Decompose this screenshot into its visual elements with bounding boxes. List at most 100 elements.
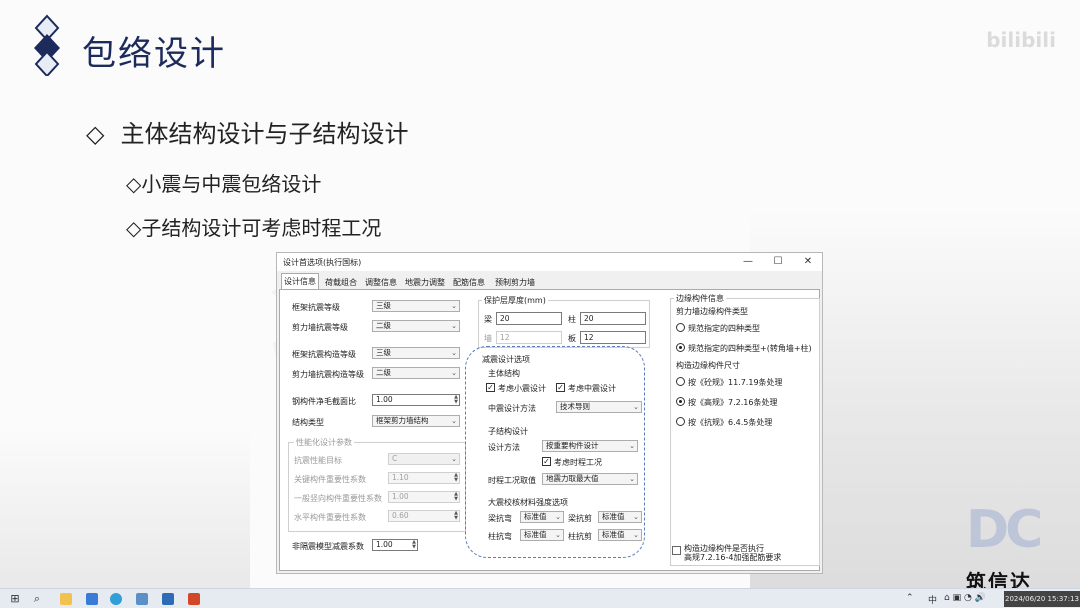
normal-factor-label: 一般竖向构件重要性系数 [294, 494, 382, 503]
slab-cover-label: 板 [568, 334, 576, 343]
wall-type-radio-2[interactable] [676, 343, 685, 352]
wall-measure-label: 剪力墙抗震构造等级 [292, 370, 364, 379]
column-cover-input[interactable]: 20 [580, 312, 646, 325]
wall-type-opt1: 规范指定的四种类型 [688, 324, 760, 333]
steel-ratio-value: 1.00 [376, 395, 393, 404]
bullet-main: ◇ 主体结构设计与子结构设计 [86, 114, 408, 149]
frame-seismic-label: 框架抗震等级 [292, 303, 340, 312]
frame-measure-label: 框架抗震构造等级 [292, 350, 356, 359]
isolation-spinner[interactable]: 1.00 ▲ ▼ [372, 539, 418, 551]
size-radio-1[interactable] [676, 377, 685, 386]
tab-precast-wall[interactable]: 预制剪力墙 [493, 275, 537, 289]
tab-design-info[interactable]: 设计信息 [281, 273, 319, 289]
bullet-sub-2: ◇子结构设计可考虑时程工况 [126, 216, 382, 240]
tab-seismic-adjust[interactable]: 地震力调整 [403, 275, 447, 289]
frame-seismic-value: 三级 [376, 301, 391, 310]
wall-measure-value: 二级 [376, 368, 391, 377]
highlight-dashed-outline [465, 346, 645, 558]
wall-cover-input[interactable]: 12 [496, 331, 562, 344]
size-radio-2[interactable] [676, 397, 685, 406]
company-logo-icon [34, 14, 60, 76]
frame-measure-value: 三级 [376, 348, 391, 357]
tray-ime-indicator[interactable]: 中 [928, 593, 937, 606]
normal-factor-value: 1.00 [392, 492, 409, 501]
beam-cover-label: 梁 [484, 315, 492, 324]
isolation-label: 非隔震模型减震系数 [292, 542, 364, 551]
background-city-image-left [0, 430, 250, 588]
brand-logo-text: 筑信达 [966, 570, 1032, 588]
isolation-value: 1.00 [376, 540, 393, 549]
mail-icon[interactable] [86, 593, 98, 605]
wall-type-opt2: 规范指定的四种类型+(转角墙+柱) [688, 344, 812, 353]
perf-target-select[interactable]: C ⌄ [388, 453, 460, 465]
size-radio-3[interactable] [676, 417, 685, 426]
tab-adjust-info[interactable]: 调整信息 [363, 275, 399, 289]
key-factor-spinner[interactable]: 1.10 ▲ ▼ [388, 472, 460, 484]
size-label: 构造边缘构件尺寸 [676, 361, 740, 370]
maximize-button[interactable]: ☐ [771, 255, 785, 269]
tab-rebar-info[interactable]: 配筋信息 [451, 275, 487, 289]
size-opt3: 按《抗规》6.4.5条处理 [688, 418, 773, 427]
wall-seismic-select[interactable]: 二级 ⌄ [372, 320, 460, 332]
wall-cover-label: 墙 [484, 334, 492, 343]
powerpoint-icon[interactable] [188, 593, 200, 605]
slide-title: 包络设计 [82, 34, 226, 74]
normal-factor-spinner[interactable]: 1.00 ▲ ▼ [388, 491, 460, 503]
beam-cover-input[interactable]: 20 [496, 312, 562, 325]
spinner-arrows-icon: ▲ ▼ [454, 472, 458, 483]
key-factor-value: 1.10 [392, 473, 409, 482]
bullet-main-text: 主体结构设计与子结构设计 [120, 120, 409, 148]
frame-measure-select[interactable]: 三级 ⌄ [372, 347, 460, 359]
edge-enforce-label-2: 高规7.2.16-4加强配筋要求 [684, 553, 782, 562]
edge-group-label: 边缘构件信息 [674, 293, 726, 304]
chevron-down-icon: ⌄ [451, 455, 457, 463]
bilibili-watermark: bilibili [986, 28, 1056, 52]
file-explorer-icon[interactable] [60, 593, 72, 605]
wall-type-radio-1[interactable] [676, 323, 685, 332]
column-cover-label: 柱 [568, 315, 576, 324]
tray-system-icons[interactable]: ⌂ ▣ ◔ 🔊 [944, 593, 986, 603]
spinner-arrows-icon: ▲ ▼ [412, 539, 416, 550]
taskbar-clock[interactable]: 2024/06/20 15:37:13 [1004, 591, 1080, 607]
slab-cover-input[interactable]: 12 [580, 331, 646, 344]
steel-ratio-spinner[interactable]: 1.00 ▲ ▼ [372, 394, 460, 406]
struct-type-label: 结构类型 [292, 418, 324, 427]
spinner-arrows-icon: ▲ ▼ [454, 394, 458, 405]
app-icon-1[interactable] [136, 593, 148, 605]
struct-type-select[interactable]: 框架剪力墙结构 ⌄ [372, 415, 460, 427]
edge-browser-icon[interactable] [110, 593, 122, 605]
perf-target-value: C [392, 454, 398, 463]
tray-chevron-icon[interactable]: ⌃ [906, 593, 914, 603]
horiz-factor-spinner[interactable]: 0.60 ▲ ▼ [388, 510, 460, 522]
app-icon-2[interactable] [162, 593, 174, 605]
close-button[interactable]: ✕ [801, 255, 815, 269]
spinner-arrows-icon: ▲ ▼ [454, 510, 458, 521]
cover-group-label: 保护层厚度(mm) [482, 295, 548, 306]
bullet-sub-1: ◇小震与中震包络设计 [126, 172, 322, 196]
wall-type-label: 剪力墙边缘构件类型 [676, 307, 748, 316]
chevron-down-icon: ⌄ [451, 417, 457, 425]
steel-ratio-label: 钢构件净毛截面比 [292, 397, 356, 406]
dialog-titlebar: 设计首选项(执行国标) — ☐ ✕ [277, 253, 822, 271]
chevron-down-icon: ⌄ [451, 369, 457, 377]
horiz-factor-label: 水平构件重要性系数 [294, 513, 366, 522]
wall-measure-select[interactable]: 二级 ⌄ [372, 367, 460, 379]
tab-load-combo[interactable]: 荷载组合 [323, 275, 359, 289]
diamond-bullet-icon: ◇ [86, 120, 105, 148]
minimize-button[interactable]: — [741, 255, 755, 269]
perf-group-label: 性能化设计参数 [294, 437, 354, 448]
frame-seismic-select[interactable]: 三级 ⌄ [372, 300, 460, 312]
wall-seismic-value: 二级 [376, 321, 391, 330]
dialog-title: 设计首选项(执行国标) [283, 258, 362, 267]
edge-enforce-checkbox[interactable] [672, 546, 681, 555]
search-icon[interactable]: ⌕ [30, 592, 44, 606]
struct-type-value: 框架剪力墙结构 [376, 416, 429, 425]
wall-seismic-label: 剪力墙抗震等级 [292, 323, 348, 332]
size-opt1: 按《砼规》11.7.19条处理 [688, 378, 783, 387]
edge-member-group [670, 298, 820, 566]
spinner-arrows-icon: ▲ ▼ [454, 491, 458, 502]
windows-start-icon[interactable]: ⊞ [8, 592, 22, 606]
dc-logo: DC [966, 500, 1043, 560]
windows-taskbar: ⊞ ⌕ ⌃ 中 ⌂ ▣ ◔ 🔊 2024/06/20 15:37:13 [0, 588, 1080, 608]
chevron-down-icon: ⌄ [451, 322, 457, 330]
